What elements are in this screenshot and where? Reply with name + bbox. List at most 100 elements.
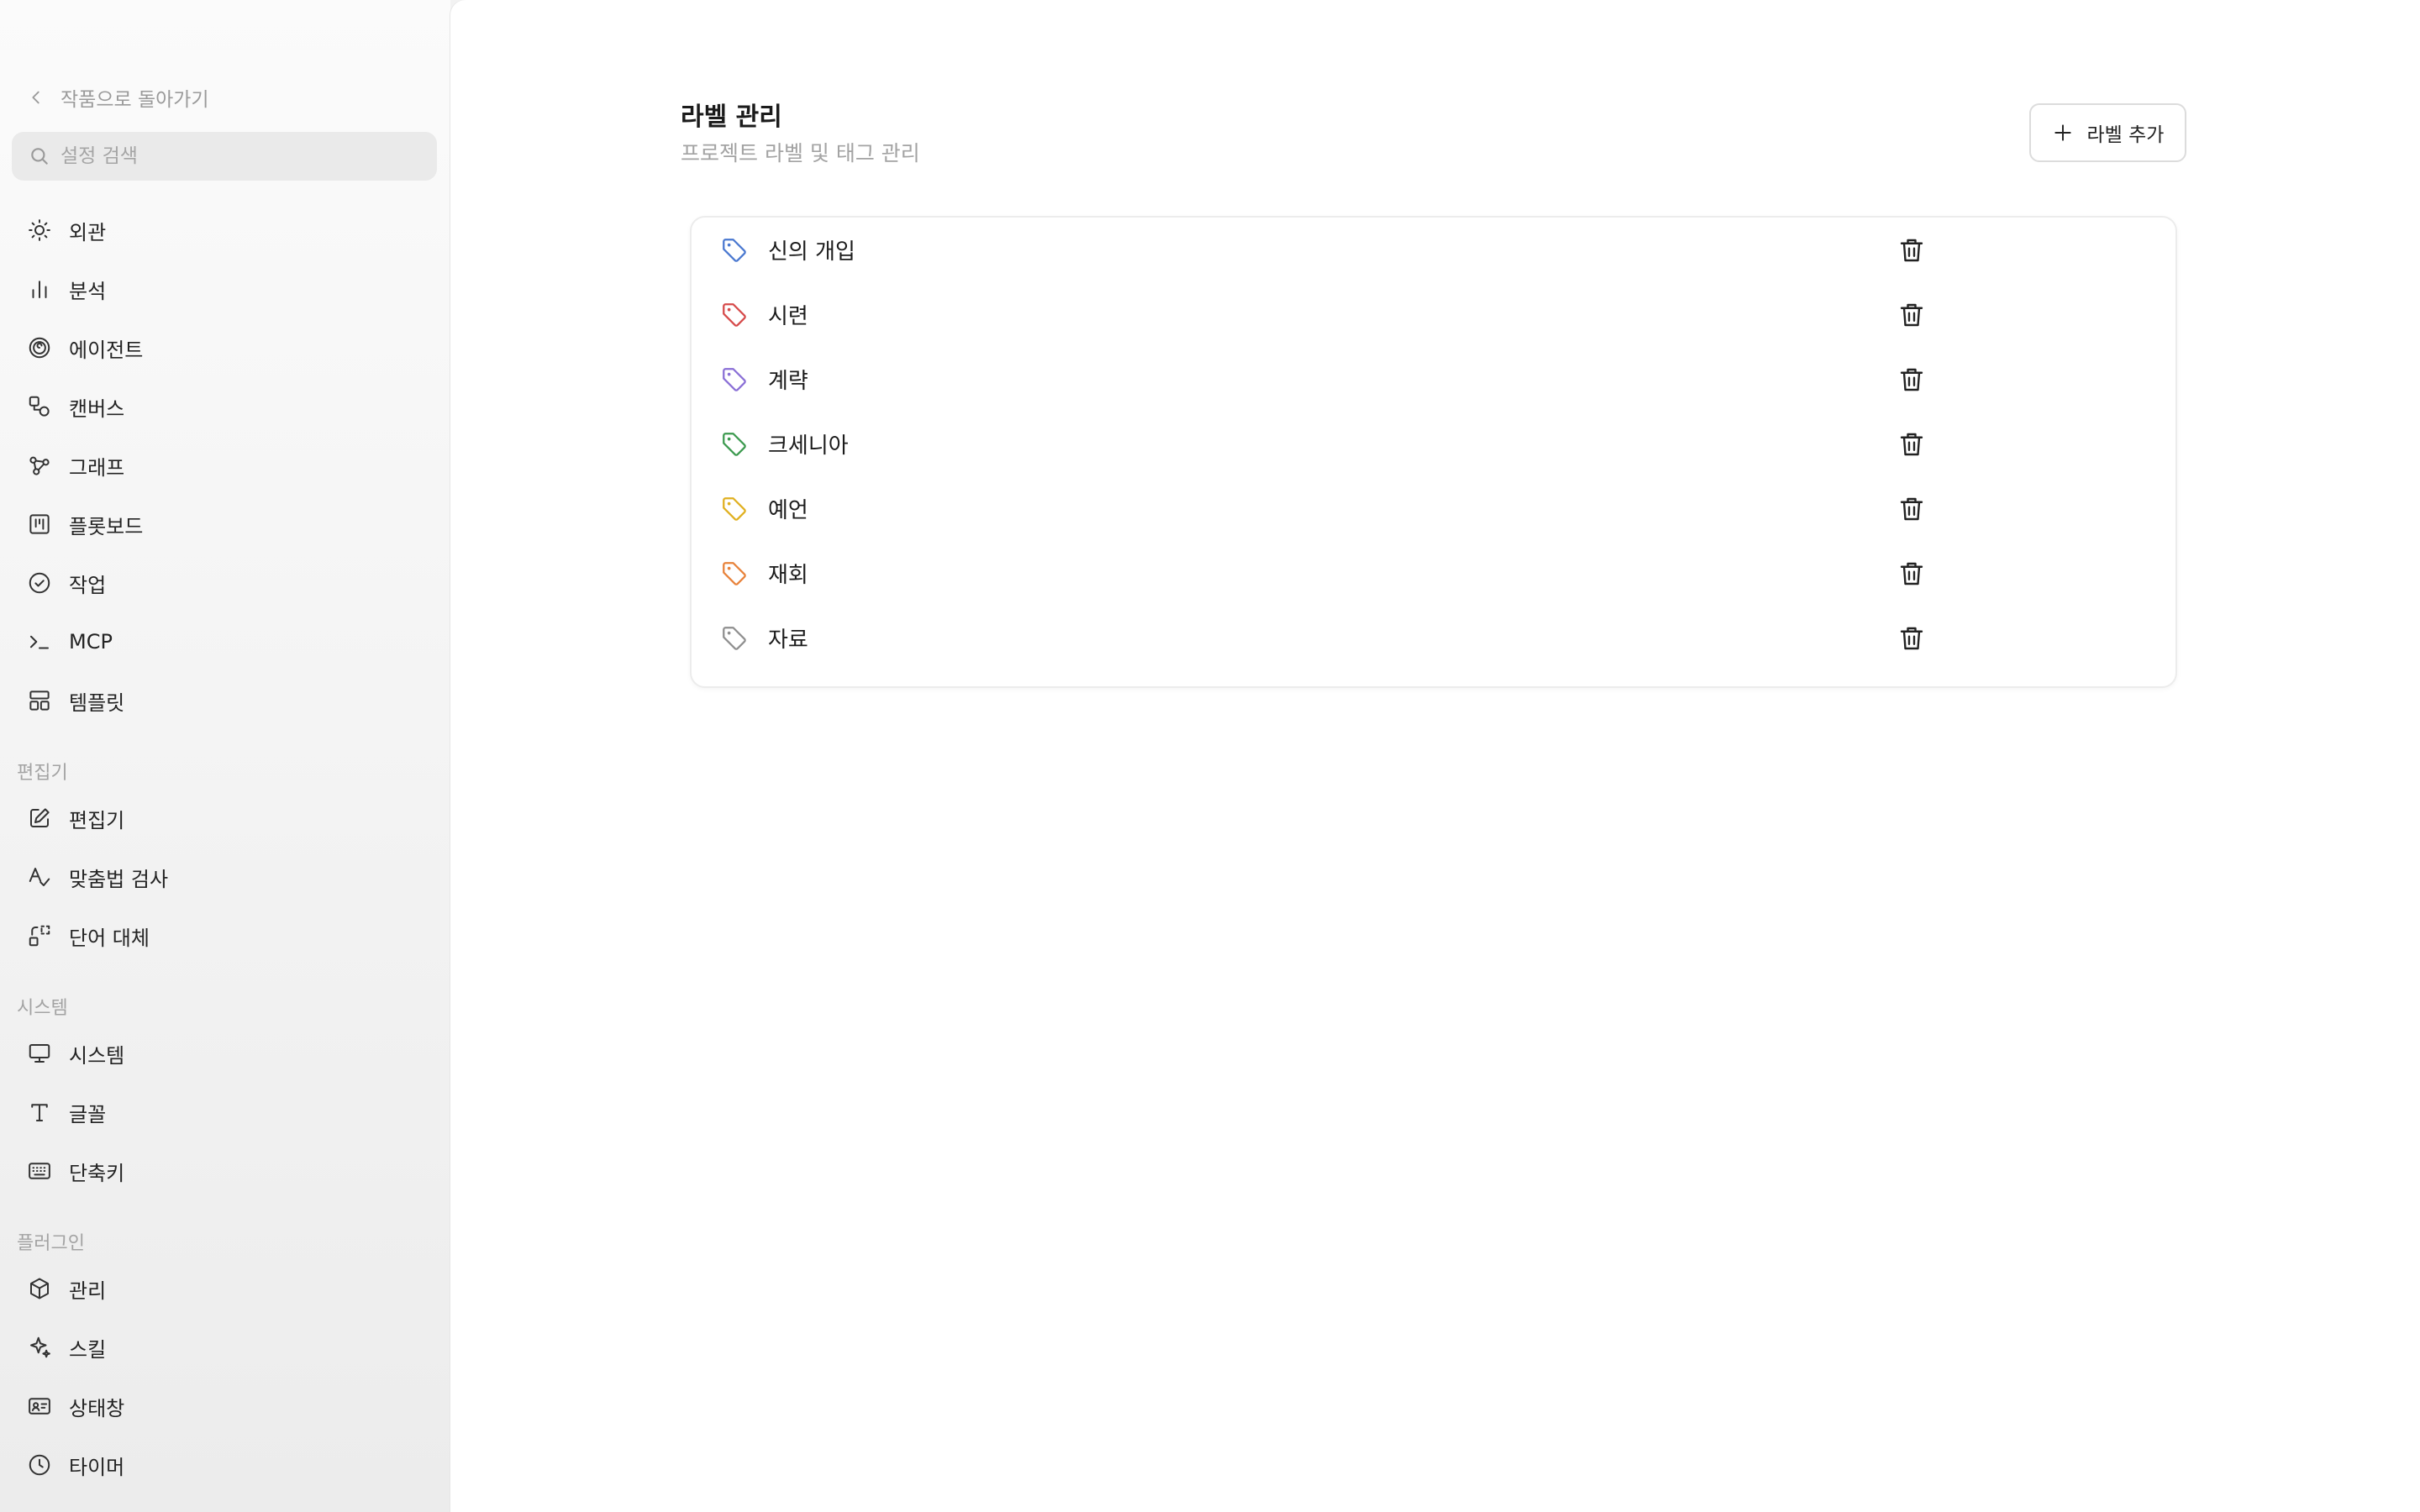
sidebar-item-timer[interactable]: 타이머 [12,1440,437,1490]
bar-chart-icon [32,281,47,298]
section-title-editor: 편집기 [17,763,68,784]
trash-icon[interactable] [1897,300,1927,330]
trash-icon[interactable] [1897,494,1927,524]
spellcheck-icon [29,868,50,886]
settings-main-panel: 라벨 관리 프로젝트 라벨 및 태그 관리 라벨 추가 신의 개입 시련 계략 [450,0,2420,1512]
chevron-left-icon [32,91,39,104]
label-row: 예언 [692,476,2175,541]
add-label-button[interactable]: 라벨 추가 [2029,103,2186,162]
plus-icon [2054,124,2071,141]
edit-square-icon [30,808,50,827]
page-subtitle: 프로젝트 라벨 및 태그 관리 [681,141,920,165]
trash-icon[interactable] [1897,429,1927,459]
sidebar-item-label: 단어 대체 [69,926,150,950]
sidebar-item-label: 편집기 [69,808,125,832]
label-name[interactable]: 크세니아 [768,428,849,459]
package-icon [30,1278,49,1299]
sidebar-item-tasks[interactable]: 작업 [12,558,437,608]
sun-icon [29,219,50,241]
back-label: 작품으로 돌아가기 [60,89,209,111]
sidebar-item-plotboard[interactable]: 플롯보드 [12,499,437,549]
sidebar-item-label: 상태창 [69,1396,125,1420]
id-card-icon [29,1398,50,1415]
tag-icon [723,561,746,585]
label-name[interactable]: 자료 [768,622,808,654]
sidebar-item-label: 맞춤법 검사 [69,867,169,891]
sidebar-item-templates[interactable]: 템플릿 [12,675,437,726]
label-name[interactable]: 신의 개입 [768,234,855,265]
label-row: 재회 [692,541,2175,606]
sidebar-item-manage[interactable]: 관리 [12,1263,437,1314]
label-row: 계략 [692,347,2175,412]
label-row: 크세니아 [692,412,2175,476]
sidebar-item-editor[interactable]: 편집기 [12,793,437,843]
sparkle-icon [30,1336,50,1358]
sidebar-item-word-replace[interactable]: 단어 대체 [12,911,437,961]
section-title-plugins: 플러그인 [17,1233,85,1254]
sidebar-item-appearance[interactable]: 외관 [12,205,437,255]
sidebar-item-label: 관리 [69,1278,107,1303]
sidebar-item-fonts[interactable]: 글꼴 [12,1087,437,1137]
graph-nodes-icon [29,456,50,475]
label-name[interactable]: 시련 [768,299,808,330]
back-to-work-link[interactable]: 작품으로 돌아가기 [27,81,209,114]
sidebar-item-graph[interactable]: 그래프 [12,440,437,491]
sidebar-item-shortcuts[interactable]: 단축키 [12,1146,437,1196]
label-row: 신의 개입 [692,218,2175,282]
section-title-system: 시스템 [17,998,68,1019]
monitor-icon [29,1044,50,1063]
sidebar-item-analytics[interactable]: 분석 [12,264,437,314]
sidebar-item-label: 단축키 [69,1161,125,1185]
sidebar-item-system[interactable]: 시스템 [12,1028,437,1079]
search-icon [31,148,48,165]
replace-icon [29,925,50,947]
keyboard-icon [29,1163,50,1179]
sidebar-item-label: MCP [69,630,113,654]
app-window: 작품으로 돌아가기 외관 분석 에이전트 캔버스 그래프 플롯 [0,0,2420,1512]
sidebar-item-agent[interactable]: 에이전트 [12,323,437,373]
sidebar-item-label: 캔버스 [69,396,125,421]
plotboard-icon [29,514,50,534]
font-icon [31,1104,48,1121]
tag-icon [723,302,746,327]
trash-icon[interactable] [1897,559,1927,589]
add-label-button-text: 라벨 추가 [2086,124,2165,146]
sidebar-item-label: 플롯보드 [69,514,144,538]
clock-icon [29,1454,50,1476]
label-name[interactable]: 재회 [768,558,808,589]
sidebar-item-label: 스킬 [69,1337,107,1362]
trash-icon[interactable] [1897,623,1927,654]
label-list: 신의 개입 시련 계략 크세니아 예언 재회 자료 [690,216,2177,688]
check-circle-icon [29,572,50,594]
sidebar-item-statusbar[interactable]: 상태창 [12,1381,437,1431]
label-row: 자료 [692,606,2175,670]
sidebar-item-label: 글꼴 [69,1102,107,1126]
page-title: 라벨 관리 [681,102,782,132]
terminal-icon [30,635,49,649]
sidebar-item-label: 시스템 [69,1043,125,1068]
tag-icon [723,367,746,391]
settings-search[interactable] [12,132,437,181]
tag-icon [723,626,746,650]
trash-icon[interactable] [1897,365,1927,395]
agent-spiral-icon [29,337,50,359]
sidebar-item-label: 에이전트 [69,338,144,362]
trash-icon[interactable] [1897,235,1927,265]
sidebar-item-label: 작업 [69,573,107,597]
sidebar-item-skills[interactable]: 스킬 [12,1322,437,1373]
label-name[interactable]: 계략 [768,364,808,395]
label-row: 시련 [692,282,2175,347]
settings-sidebar: 작품으로 돌아가기 외관 분석 에이전트 캔버스 그래프 플롯 [0,0,450,1512]
template-grid-icon [29,690,50,711]
search-input[interactable] [60,145,413,167]
label-name[interactable]: 예언 [768,493,808,524]
tag-icon [723,238,746,262]
sidebar-item-label: 템플릿 [69,690,125,715]
sidebar-item-label: 분석 [69,279,107,303]
sidebar-item-canvas[interactable]: 캔버스 [12,381,437,432]
sidebar-item-mcp[interactable]: MCP [12,617,437,667]
sidebar-item-label: 타이머 [69,1455,125,1479]
sidebar-item-label: 그래프 [69,455,125,480]
tag-icon [723,496,746,521]
sidebar-item-spellcheck[interactable]: 맞춤법 검사 [12,852,437,902]
